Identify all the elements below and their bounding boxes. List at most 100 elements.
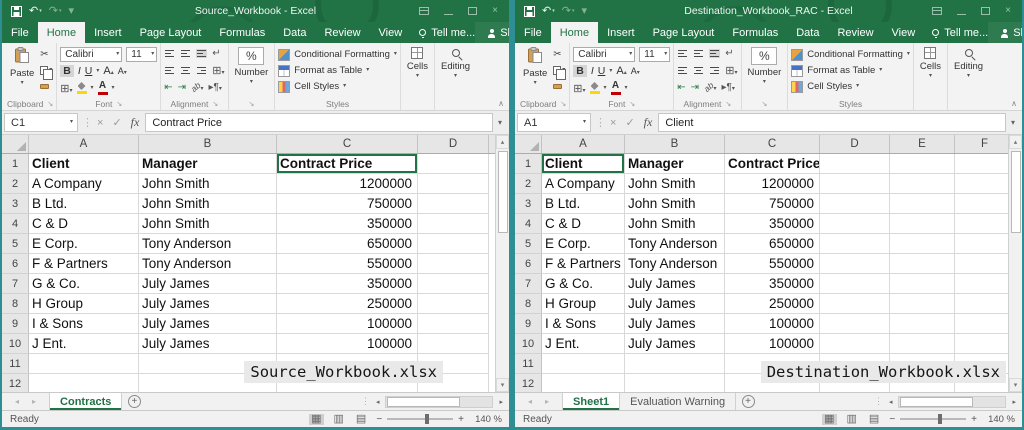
- save-icon[interactable]: [524, 6, 535, 17]
- close-icon[interactable]: ×: [492, 6, 498, 16]
- cancel-icon[interactable]: ×: [97, 117, 103, 129]
- cell-B9[interactable]: July James: [139, 314, 277, 334]
- italic-button[interactable]: I: [591, 65, 594, 77]
- underline-button[interactable]: U: [85, 65, 93, 77]
- cell-C4[interactable]: 350000: [725, 214, 820, 234]
- format-as-table-button[interactable]: Format as Table▾: [791, 63, 910, 78]
- maximize-icon[interactable]: [981, 7, 990, 15]
- cell-A11[interactable]: [542, 354, 625, 374]
- increase-indent-button[interactable]: ⇥: [178, 82, 186, 93]
- ribbon-display-options-icon[interactable]: [419, 7, 429, 15]
- fill-color-button[interactable]: [77, 82, 87, 94]
- row-header-11[interactable]: 11: [2, 354, 29, 374]
- font-size-select[interactable]: 11▾: [126, 47, 157, 62]
- row-header-9[interactable]: 9: [515, 314, 542, 334]
- cell-styles-button[interactable]: Cell Styles▾: [791, 79, 910, 94]
- scroll-up-icon[interactable]: ▴: [496, 135, 509, 149]
- align-left-button[interactable]: [677, 66, 688, 76]
- font-name-select[interactable]: Calibri▾: [60, 47, 122, 62]
- menu-tab-review[interactable]: Review: [828, 22, 882, 43]
- sheet-tab-sheet1[interactable]: Sheet1: [562, 393, 620, 410]
- merge-center-button[interactable]: ⊞▾: [212, 64, 224, 77]
- row-header-2[interactable]: 2: [2, 174, 29, 194]
- wrap-text-button[interactable]: ↵: [725, 48, 733, 59]
- cell-C10[interactable]: 100000: [277, 334, 418, 354]
- cell-C3[interactable]: 750000: [277, 194, 418, 214]
- text-direction-button[interactable]: ▸¶▾: [722, 82, 735, 93]
- enter-icon[interactable]: ✓: [625, 116, 634, 129]
- cell-A12[interactable]: [542, 374, 625, 392]
- select-all-corner[interactable]: [515, 135, 542, 153]
- wrap-text-button[interactable]: ↵: [212, 48, 220, 59]
- cell-F10[interactable]: [955, 334, 1008, 354]
- previous-sheet-icon[interactable]: ◂: [528, 397, 532, 406]
- underline-dropdown-icon[interactable]: ▾: [96, 69, 99, 74]
- copy-button[interactable]: ▾: [40, 64, 52, 77]
- cell-D10[interactable]: [820, 334, 890, 354]
- column-header-F[interactable]: F: [955, 135, 1015, 153]
- vertical-scroll-thumb[interactable]: [1011, 151, 1021, 233]
- cell-C9[interactable]: 100000: [277, 314, 418, 334]
- cell-C7[interactable]: 350000: [277, 274, 418, 294]
- collapse-ribbon-icon[interactable]: ∧: [498, 99, 504, 108]
- cell-B1[interactable]: Manager: [139, 154, 277, 174]
- select-all-corner[interactable]: [2, 135, 29, 153]
- sheet-tab-contracts[interactable]: Contracts: [49, 393, 122, 410]
- bold-button[interactable]: B: [60, 65, 74, 77]
- editing-button[interactable]: Editing ▾: [951, 46, 986, 80]
- insert-function-icon[interactable]: fx: [644, 115, 653, 130]
- cell-D4[interactable]: [418, 214, 489, 234]
- column-header-C[interactable]: C: [725, 135, 820, 153]
- column-header-D[interactable]: D: [418, 135, 489, 153]
- cells-button[interactable]: Cells ▾: [404, 46, 431, 80]
- cell-A11[interactable]: [29, 354, 139, 374]
- alignment-dialog-launcher-icon[interactable]: ↘: [212, 100, 218, 108]
- cell-F4[interactable]: [955, 214, 1008, 234]
- cell-D8[interactable]: [820, 294, 890, 314]
- cell-B4[interactable]: John Smith: [625, 214, 725, 234]
- row-header-6[interactable]: 6: [2, 254, 29, 274]
- page-layout-view-icon[interactable]: ▥: [332, 414, 346, 425]
- vertical-scrollbar[interactable]: ▴ ▾: [1008, 135, 1022, 392]
- cell-A8[interactable]: H Group: [29, 294, 139, 314]
- font-color-dropdown-icon[interactable]: ▾: [112, 86, 115, 91]
- menu-tab-view[interactable]: View: [883, 22, 925, 43]
- share-button[interactable]: Share: [475, 22, 509, 43]
- align-right-button[interactable]: [196, 66, 207, 76]
- column-header-C[interactable]: C: [277, 135, 418, 153]
- page-break-view-icon[interactable]: ▤: [354, 414, 368, 425]
- cell-A1[interactable]: Client: [29, 154, 139, 174]
- cells-button[interactable]: Cells ▾: [917, 46, 944, 80]
- row-header-5[interactable]: 5: [515, 234, 542, 254]
- cell-B5[interactable]: Tony Anderson: [625, 234, 725, 254]
- cell-E7[interactable]: [890, 274, 955, 294]
- cell-C5[interactable]: 650000: [277, 234, 418, 254]
- bottom-align-button[interactable]: [709, 49, 720, 59]
- cell-E9[interactable]: [890, 314, 955, 334]
- zoom-out-icon[interactable]: −: [376, 414, 382, 425]
- horizontal-scroll-thumb[interactable]: [387, 397, 459, 407]
- close-icon[interactable]: ×: [1005, 6, 1011, 16]
- expand-formula-bar-icon[interactable]: ▾: [493, 118, 507, 127]
- font-size-select[interactable]: 11▾: [639, 47, 670, 62]
- menu-tab-view[interactable]: View: [370, 22, 412, 43]
- sheet-tab-evaluation-warning[interactable]: Evaluation Warning: [620, 393, 736, 410]
- cut-button[interactable]: ✂: [40, 48, 52, 61]
- cell-B7[interactable]: July James: [625, 274, 725, 294]
- column-header-B[interactable]: B: [625, 135, 725, 153]
- cell-C4[interactable]: 350000: [277, 214, 418, 234]
- middle-align-button[interactable]: [180, 49, 191, 59]
- cell-D8[interactable]: [418, 294, 489, 314]
- conditional-formatting-button[interactable]: Conditional Formatting▾: [278, 47, 397, 62]
- cell-C7[interactable]: 350000: [725, 274, 820, 294]
- cell-F1[interactable]: [955, 154, 1008, 174]
- cell-A6[interactable]: F & Partners: [542, 254, 625, 274]
- ribbon-display-options-icon[interactable]: [932, 7, 942, 15]
- menu-tab-formulas[interactable]: Formulas: [723, 22, 787, 43]
- cell-A10[interactable]: J Ent.: [542, 334, 625, 354]
- menu-tab-data[interactable]: Data: [274, 22, 315, 43]
- menu-tab-page-layout[interactable]: Page Layout: [644, 22, 724, 43]
- bold-button[interactable]: B: [573, 65, 587, 77]
- column-header-E[interactable]: E: [890, 135, 955, 153]
- cell-B5[interactable]: Tony Anderson: [139, 234, 277, 254]
